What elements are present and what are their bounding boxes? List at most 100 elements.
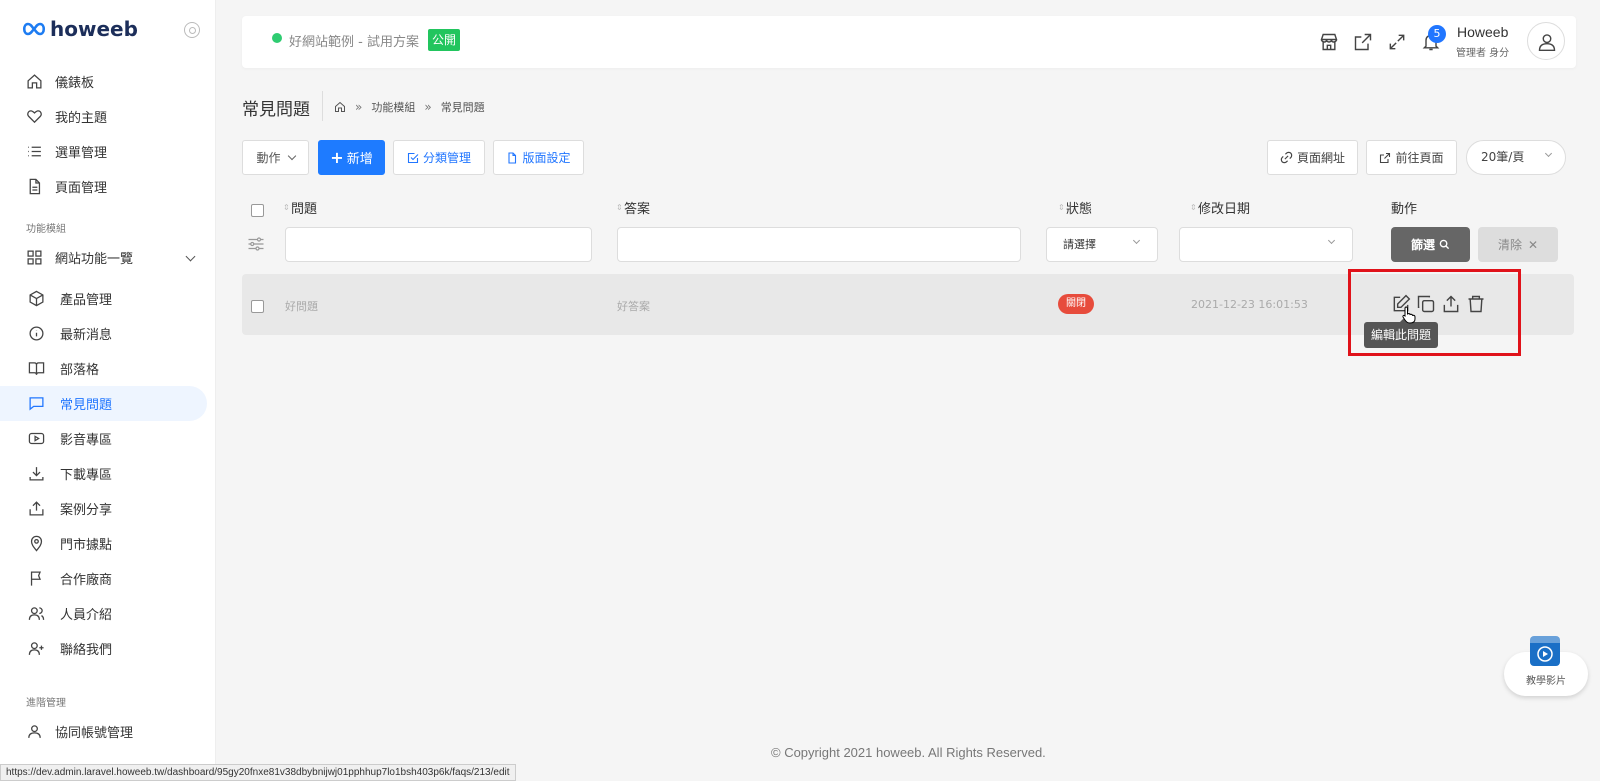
heart-icon xyxy=(27,110,42,124)
sidebar-item-label: 常見問題 xyxy=(60,398,113,413)
sidebar-item-label: 人員介紹 xyxy=(60,608,113,623)
sidebar-item-blog[interactable]: 部落格 xyxy=(0,351,216,386)
top-bar: 好網站範例 - 試用方案 公開 5 Howeeb 管理者 身分 xyxy=(242,16,1576,68)
sidebar-item-label: 網站功能一覽 xyxy=(55,252,134,267)
category-manage-button[interactable]: 分類管理 xyxy=(393,140,485,175)
sidebar-item-stores[interactable]: 門市據點 xyxy=(0,526,216,561)
chevron-down-icon xyxy=(1132,236,1141,245)
sidebar-item-faq[interactable]: 常見問題 xyxy=(0,386,207,421)
page-url-button[interactable]: 頁面網址 xyxy=(1267,140,1358,175)
sidebar-toggle-icon[interactable] xyxy=(184,22,200,38)
status-bar-url: https://dev.admin.laravel.howeeb.tw/dash… xyxy=(0,764,516,781)
sidebar-item-products[interactable]: 產品管理 xyxy=(0,281,216,316)
column-header-question[interactable]: ⇕ 問題 xyxy=(283,198,317,217)
date-filter-select[interactable] xyxy=(1179,227,1353,262)
sidebar-item-label: 門市據點 xyxy=(60,538,113,553)
layout-settings-button[interactable]: 版面設定 xyxy=(493,140,584,175)
select-all-checkbox[interactable] xyxy=(251,204,264,217)
column-header-modified[interactable]: ⇕ 修改日期 xyxy=(1190,198,1250,217)
sidebar-item-collab-accounts[interactable]: 協同帳號管理 xyxy=(0,714,216,749)
clapperboard-icon xyxy=(1530,636,1560,666)
column-header-label: 修改日期 xyxy=(1198,202,1251,217)
fullscreen-icon[interactable] xyxy=(1387,32,1407,52)
video-icon xyxy=(28,432,45,445)
action-dropdown-button[interactable]: 動作 xyxy=(242,140,309,175)
goto-page-label: 前往頁面 xyxy=(1395,151,1444,165)
column-header-label: 狀態 xyxy=(1066,202,1093,217)
grid-icon xyxy=(27,250,42,265)
user-role: 管理者 身分 xyxy=(1456,48,1510,59)
brand-name: howeeb xyxy=(50,17,138,41)
sidebar-item-partners[interactable]: 合作廠商 xyxy=(0,561,216,596)
page-title: 常見問題 xyxy=(242,100,310,120)
per-page-select[interactable]: 20筆/頁 xyxy=(1466,140,1566,175)
sidebar-item-site-features[interactable]: 網站功能一覽 xyxy=(0,240,216,275)
sidebar-item-themes[interactable]: 我的主題 xyxy=(0,99,216,134)
external-link-icon[interactable] xyxy=(1353,32,1373,52)
chevron-down-icon xyxy=(1327,236,1336,245)
status-filter-placeholder: 請選擇 xyxy=(1063,238,1096,251)
map-pin-icon xyxy=(30,535,43,552)
box-icon xyxy=(29,290,44,307)
chat-icon xyxy=(29,397,44,411)
column-header-status[interactable]: ⇕ 狀態 xyxy=(1058,198,1092,217)
sort-icon: ⇕ xyxy=(1190,202,1197,212)
sidebar-item-label: 案例分享 xyxy=(60,503,113,518)
sort-icon: ⇕ xyxy=(616,202,623,212)
chevron-down-icon xyxy=(1544,149,1553,158)
users-icon xyxy=(28,607,45,620)
book-icon xyxy=(28,362,45,375)
goto-page-button[interactable]: 前往頁面 xyxy=(1366,140,1457,175)
sidebar-item-pages[interactable]: 頁面管理 xyxy=(0,169,216,204)
action-dropdown-label: 動作 xyxy=(256,151,281,165)
sidebar-item-videos[interactable]: 影音專區 xyxy=(0,421,216,456)
site-status-dot xyxy=(272,33,282,43)
infinity-logo-icon xyxy=(22,22,46,36)
sidebar-item-downloads[interactable]: 下載專區 xyxy=(0,456,216,491)
row-checkbox[interactable] xyxy=(251,300,264,313)
brand-logo[interactable]: howeeb xyxy=(22,17,138,41)
clear-button-label: 清除 xyxy=(1497,238,1522,252)
link-icon xyxy=(1280,151,1293,164)
column-header-answer[interactable]: ⇕ 答案 xyxy=(616,198,650,217)
home-icon xyxy=(27,74,42,89)
answer-filter-input[interactable] xyxy=(617,227,1021,262)
filter-button-label: 篩選 xyxy=(1410,238,1435,252)
user-plus-icon xyxy=(28,642,44,655)
download-icon xyxy=(29,467,44,481)
add-button[interactable]: + 新增 xyxy=(318,140,385,175)
sidebar-item-team[interactable]: 人員介紹 xyxy=(0,596,216,631)
sort-icon: ⇕ xyxy=(283,202,290,212)
breadcrumb-separator: » xyxy=(424,100,432,114)
sidebar-item-contact[interactable]: 聯絡我們 xyxy=(0,631,216,666)
list-icon xyxy=(28,146,41,157)
tutorial-video-button[interactable]: 教學影片 xyxy=(1504,634,1588,698)
filter-button[interactable]: 篩選 xyxy=(1391,227,1470,262)
layout-settings-label: 版面設定 xyxy=(522,151,571,165)
row-question: 好問題 xyxy=(285,300,318,313)
flag-icon xyxy=(30,571,41,586)
sidebar-item-cases[interactable]: 案例分享 xyxy=(0,491,216,526)
sidebar-item-label: 儀錶板 xyxy=(55,76,95,91)
sidebar-item-label: 下載專區 xyxy=(60,468,113,483)
clear-button[interactable]: 清除 ✕ xyxy=(1478,227,1558,262)
sidebar-item-dashboard[interactable]: 儀錶板 xyxy=(0,64,216,99)
store-icon[interactable] xyxy=(1319,32,1339,52)
question-filter-input[interactable] xyxy=(285,227,592,262)
sidebar-section-modules: 功能模組 xyxy=(26,223,66,235)
search-icon xyxy=(1439,239,1450,250)
sidebar-item-menus[interactable]: 選單管理 xyxy=(0,134,216,169)
status-badge[interactable]: 關閉 xyxy=(1058,294,1094,314)
site-name[interactable]: 好網站範例 - 試用方案 xyxy=(289,31,419,50)
per-page-value: 20筆/頁 xyxy=(1481,150,1525,164)
avatar[interactable] xyxy=(1527,22,1565,60)
sidebar: howeeb 儀錶板 我的主題 選單管理 頁面管理 功能模組 網站功能一覽 產品… xyxy=(0,0,216,781)
sort-icon: ⇕ xyxy=(1058,202,1065,212)
home-icon[interactable] xyxy=(334,101,346,113)
sidebar-item-news[interactable]: 最新消息 xyxy=(0,316,216,351)
breadcrumb-item[interactable]: 功能模組 xyxy=(371,99,415,115)
status-filter-select[interactable]: 請選擇 xyxy=(1046,227,1158,262)
add-button-label: 新增 xyxy=(346,152,373,167)
tutorial-label: 教學影片 xyxy=(1526,676,1566,687)
footer-copyright: © Copyright 2021 howeeb. All Rights Rese… xyxy=(771,745,1046,760)
